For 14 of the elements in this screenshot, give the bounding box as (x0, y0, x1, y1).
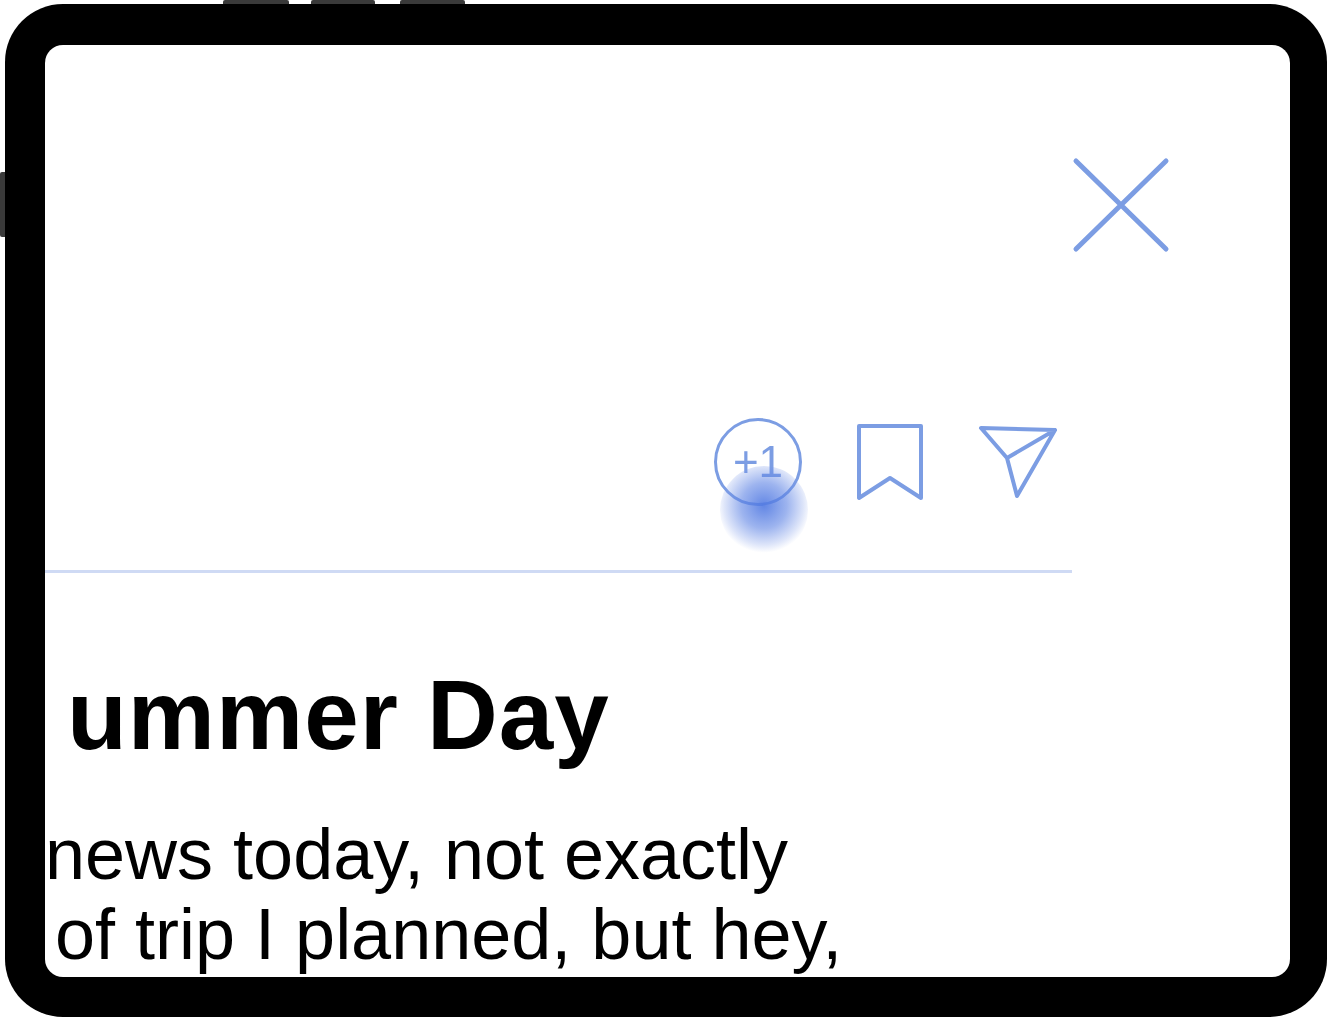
article-text: news today, not exactly (45, 814, 790, 894)
hardware-button[interactable] (400, 0, 465, 4)
article-title: ummer Day (66, 659, 611, 772)
send-icon (978, 425, 1058, 499)
hardware-button[interactable] (311, 0, 375, 4)
hardware-button[interactable] (223, 0, 289, 4)
close-icon (1072, 157, 1170, 253)
hardware-button[interactable] (0, 172, 5, 237)
close-button[interactable] (1072, 157, 1170, 253)
send-button[interactable] (978, 425, 1058, 499)
bookmark-icon (856, 423, 924, 501)
plus-one-button[interactable]: +1 (714, 418, 802, 506)
bookmark-button[interactable] (856, 423, 924, 501)
article-text: of trip I planned, but hey, (54, 894, 844, 974)
